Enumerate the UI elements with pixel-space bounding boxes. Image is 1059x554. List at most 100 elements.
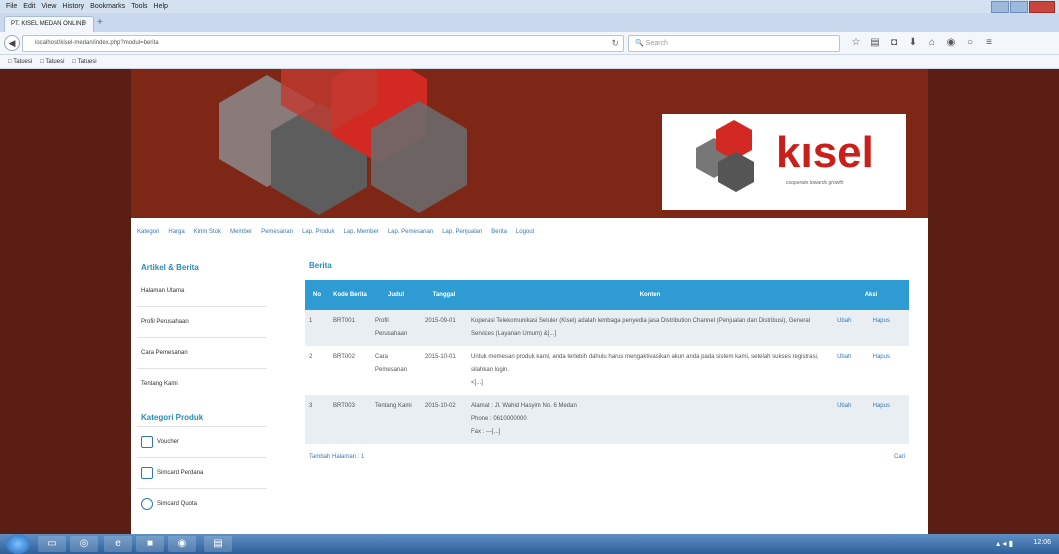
nav-kategori[interactable]: Kategori <box>137 229 159 241</box>
delete-link[interactable]: Hapus <box>868 395 909 444</box>
col-no: No <box>305 280 329 310</box>
col-tanggal: Tanggal <box>421 280 467 310</box>
minimize-button[interactable] <box>991 1 1009 13</box>
nav-harga[interactable]: Harga <box>168 229 184 241</box>
cell-tanggal: 2015-09-01 <box>421 310 467 346</box>
nav-lap-penjualan[interactable]: Lap. Penjualan <box>442 229 482 241</box>
sidebar: Artikel & Berita Halaman Utama Profil Pe… <box>137 255 267 519</box>
add-and-pagination[interactable]: Tambah Halaman : 1 <box>309 454 364 460</box>
addon-icon[interactable]: ○ <box>962 37 978 48</box>
home-icon[interactable]: ⌂ <box>924 37 940 48</box>
cell-no: 3 <box>305 395 329 444</box>
maximize-button[interactable] <box>1010 1 1028 13</box>
nav-member[interactable]: Member <box>230 229 252 241</box>
edit-link[interactable]: Ubah <box>833 310 869 346</box>
header-banner: kısel cooperate towards growth <box>131 69 928 218</box>
kisel-logo: kısel cooperate towards growth <box>662 114 906 210</box>
sidebar-item-cara-pemesanan[interactable]: Cara Pemesanan <box>137 337 267 368</box>
taskbar-media-icon[interactable]: ◎ <box>70 536 98 552</box>
taskbar-app-icon[interactable]: ■ <box>136 536 164 552</box>
konten-phone: Phone : 0610000000 <box>471 416 527 422</box>
nav-berita[interactable]: Berita <box>491 229 507 241</box>
search-input[interactable]: 🔍 Search <box>628 35 840 52</box>
cell-konten: Alamat : Jl. Wahid Hasyim No. 6 Medan Ph… <box>467 395 834 444</box>
category-simcard-perdana[interactable]: Simcard Perdana <box>137 457 267 488</box>
sidebar-item-halaman-utama[interactable]: Halaman Utama <box>137 276 267 306</box>
menu-bookmarks[interactable]: Bookmarks <box>90 3 125 10</box>
extension-icon[interactable]: ◉ <box>943 37 959 48</box>
nav-lap-member[interactable]: Lap. Member <box>343 229 378 241</box>
download-icon[interactable]: ⬇ <box>905 37 921 48</box>
cell-kode: BRT001 <box>329 310 371 346</box>
tab-strip: PT. KISEL MEDAN ONLINE × + <box>0 13 1059 33</box>
edit-link[interactable]: Ubah <box>833 346 869 395</box>
edit-link[interactable]: Ubah <box>833 395 869 444</box>
cell-judul: Cara Pemesanan <box>371 346 421 395</box>
system-tray-icons[interactable]: ▴ ◂ ▮ <box>996 539 1013 548</box>
logo-wordmark: kısel <box>776 128 874 177</box>
page-viewport: kısel cooperate towards growth Kategori … <box>0 69 1059 534</box>
navigation-bar: ◀ localhost/kisel-medan/index.php?modul=… <box>0 32 1059 55</box>
search-link[interactable]: Cari <box>894 454 905 460</box>
menu-history[interactable]: History <box>62 3 84 10</box>
col-aksi: Aksi <box>833 280 909 310</box>
cell-no: 2 <box>305 346 329 395</box>
taskbar-firefox-icon[interactable]: ◉ <box>168 536 196 552</box>
main-content: Berita No Kode Berita Judul Tanggal Kont… <box>305 261 909 460</box>
toolbar-icons: ☆ ▤ ◘ ⬇ ⌂ ◉ ○ ≡ <box>848 37 1000 48</box>
taskbar-folder-icon[interactable]: ▤ <box>204 536 232 552</box>
nav-lap-pemesanan[interactable]: Lap. Pemesanan <box>388 229 433 241</box>
reading-list-icon[interactable]: ▤ <box>867 37 883 48</box>
address-bar[interactable]: localhost/kisel-medan/index.php?modul=be… <box>22 35 624 52</box>
bookmark-star-icon[interactable]: ☆ <box>848 37 864 48</box>
cell-judul: Tentang Kami <box>371 395 421 444</box>
menu-edit[interactable]: Edit <box>23 3 35 10</box>
admin-nav: Kategori Harga Kirim Stok Member Pemesan… <box>137 229 927 241</box>
window-controls <box>990 1 1055 13</box>
cell-judul: Profil Perusahaan <box>371 310 421 346</box>
bookmarks-bar: □ Tatuesi □ Tatuesi □ Tatuesi <box>0 55 1059 69</box>
sidebar-item-profil[interactable]: Profil Perusahaan <box>137 306 267 337</box>
delete-link[interactable]: Hapus <box>868 346 909 395</box>
category-label: Voucher <box>157 439 180 445</box>
taskbar-explorer-icon[interactable]: ▭ <box>38 536 66 552</box>
close-window-button[interactable] <box>1029 1 1055 13</box>
menu-view[interactable]: View <box>41 3 56 10</box>
category-simcard-quota[interactable]: Simcard Quota <box>137 488 267 519</box>
konten-fax: Fax : ---[...] <box>471 429 501 435</box>
menu-tools[interactable]: Tools <box>131 3 147 10</box>
cell-konten: Koperasi Telekomunikasi Seluler (Kisel) … <box>467 310 834 346</box>
nav-kirim-stok[interactable]: Kirim Stok <box>194 229 221 241</box>
bookmark-item[interactable]: □ Tatuesi <box>40 59 64 65</box>
menu-hamburger-icon[interactable]: ≡ <box>981 37 997 48</box>
back-button[interactable]: ◀ <box>4 35 20 51</box>
quota-icon <box>141 498 153 510</box>
new-tab-icon[interactable]: + <box>97 17 103 28</box>
menu-file[interactable]: File <box>6 3 17 10</box>
col-kode: Kode Berita <box>329 280 371 310</box>
taskbar-browser-icon[interactable]: e <box>104 536 132 552</box>
cell-konten: Untuk memesan produk kami, anda terlebih… <box>467 346 834 395</box>
nav-logout[interactable]: Logout <box>516 229 534 241</box>
konten-text: Untuk memesan produk kami, anda terlebih… <box>471 354 819 373</box>
table-row: 2 BRT002 Cara Pemesanan 2015-10-01 Untuk… <box>305 346 909 395</box>
browser-tab[interactable]: PT. KISEL MEDAN ONLINE × <box>4 16 94 33</box>
col-judul: Judul <box>371 280 421 310</box>
page-container: kısel cooperate towards growth Kategori … <box>131 69 928 534</box>
voucher-icon <box>141 436 153 448</box>
page-title: Berita <box>309 261 332 270</box>
delete-link[interactable]: Hapus <box>868 310 909 346</box>
close-tab-icon[interactable]: × <box>83 20 87 27</box>
sidebar-item-tentang-kami[interactable]: Tentang Kami <box>137 368 267 399</box>
nav-pemesanan[interactable]: Pemesanan <box>261 229 293 241</box>
category-voucher[interactable]: Voucher <box>137 426 267 457</box>
start-button[interactable] <box>6 534 30 554</box>
bookmark-item[interactable]: □ Tatuesi <box>72 59 96 65</box>
table-row: 1 BRT001 Profil Perusahaan 2015-09-01 Ko… <box>305 310 909 346</box>
bookmark-item[interactable]: □ Tatuesi <box>8 59 32 65</box>
pocket-icon[interactable]: ◘ <box>886 37 902 48</box>
reload-icon[interactable]: ↻ <box>611 38 619 49</box>
logo-hexagons <box>696 120 754 192</box>
menu-help[interactable]: Help <box>154 3 168 10</box>
nav-lap-produk[interactable]: Lap. Produk <box>302 229 334 241</box>
